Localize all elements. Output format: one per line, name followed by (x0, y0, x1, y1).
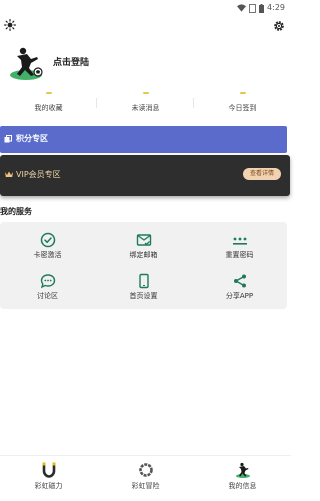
stat-value-indicator (239, 92, 246, 94)
service-share-app[interactable]: 分享APP (192, 273, 287, 313)
service-discussion[interactable]: 讨论区 (0, 273, 95, 313)
chat-icon (40, 274, 55, 289)
status-time: 4:29 (267, 3, 285, 12)
stat-daily-checkin[interactable]: 今日签到 (194, 92, 291, 113)
nav-item-adventure[interactable]: 彩虹冒险 (97, 462, 194, 491)
bottom-nav: 彩虹磁力 彩虹冒险 我的信息 (0, 455, 291, 501)
mail-check-icon (136, 234, 151, 246)
vip-banner[interactable]: VIP会员专区 查看详情 (0, 155, 290, 196)
magnet-icon (42, 462, 55, 478)
service-reset-password[interactable]: 重置密码 (192, 232, 287, 272)
stat-favorites[interactable]: 我的收藏 (0, 92, 97, 113)
sim-icon (249, 3, 257, 13)
points-banner[interactable]: 积分专区 (0, 126, 287, 153)
service-bind-email[interactable]: 绑定邮箱 (96, 232, 191, 272)
gear-icon[interactable] (273, 20, 285, 32)
vip-details-button[interactable]: 查看详情 (243, 168, 281, 180)
share-icon (233, 274, 246, 288)
stat-value-indicator (45, 92, 52, 94)
login-prompt[interactable]: 点击登陆 (53, 58, 89, 69)
avatar[interactable] (7, 45, 45, 81)
service-card-activation[interactable]: 卡密激活 (0, 232, 95, 272)
service-label: 首页设置 (129, 292, 158, 300)
stat-label: 今日签到 (228, 104, 257, 112)
stat-label: 未读消息 (131, 104, 160, 112)
points-icon (4, 135, 12, 143)
nav-item-magnet[interactable]: 彩虹磁力 (0, 462, 97, 491)
status-icons: 4:29 (237, 3, 285, 13)
stat-unread-messages[interactable]: 未读消息 (97, 92, 194, 113)
profile-icon (235, 462, 250, 478)
status-bar: 4:29 (0, 0, 291, 16)
nav-item-my-info[interactable]: 我的信息 (194, 462, 291, 491)
stats-row: 我的收藏 未读消息 今日签到 (0, 92, 291, 118)
services-card: 卡密激活 绑定邮箱 重置密码 讨论区 首页设置 分享APP (0, 222, 287, 309)
nav-label: 彩虹冒险 (131, 482, 160, 490)
service-label: 讨论区 (37, 292, 58, 300)
wifi-icon (237, 4, 247, 12)
points-banner-label: 积分专区 (16, 134, 48, 143)
crown-icon (5, 171, 13, 177)
service-home-settings[interactable]: 首页设置 (96, 273, 191, 313)
service-label: 分享APP (225, 292, 254, 300)
service-label: 重置密码 (225, 251, 254, 259)
password-icon (232, 237, 247, 245)
stat-label: 我的收藏 (34, 104, 63, 112)
check-circle-icon (40, 232, 55, 248)
services-title: 我的服务 (0, 207, 32, 216)
battery-icon (259, 3, 265, 13)
stat-value-indicator (142, 92, 149, 94)
ring-icon (138, 463, 153, 477)
nav-label: 彩虹磁力 (34, 482, 63, 490)
sun-icon[interactable] (4, 19, 16, 31)
service-label: 绑定邮箱 (129, 251, 158, 259)
service-label: 卡密激活 (33, 251, 62, 259)
phone-icon (138, 273, 149, 289)
vip-banner-label: VIP会员专区 (16, 170, 61, 179)
nav-label: 我的信息 (228, 482, 257, 490)
